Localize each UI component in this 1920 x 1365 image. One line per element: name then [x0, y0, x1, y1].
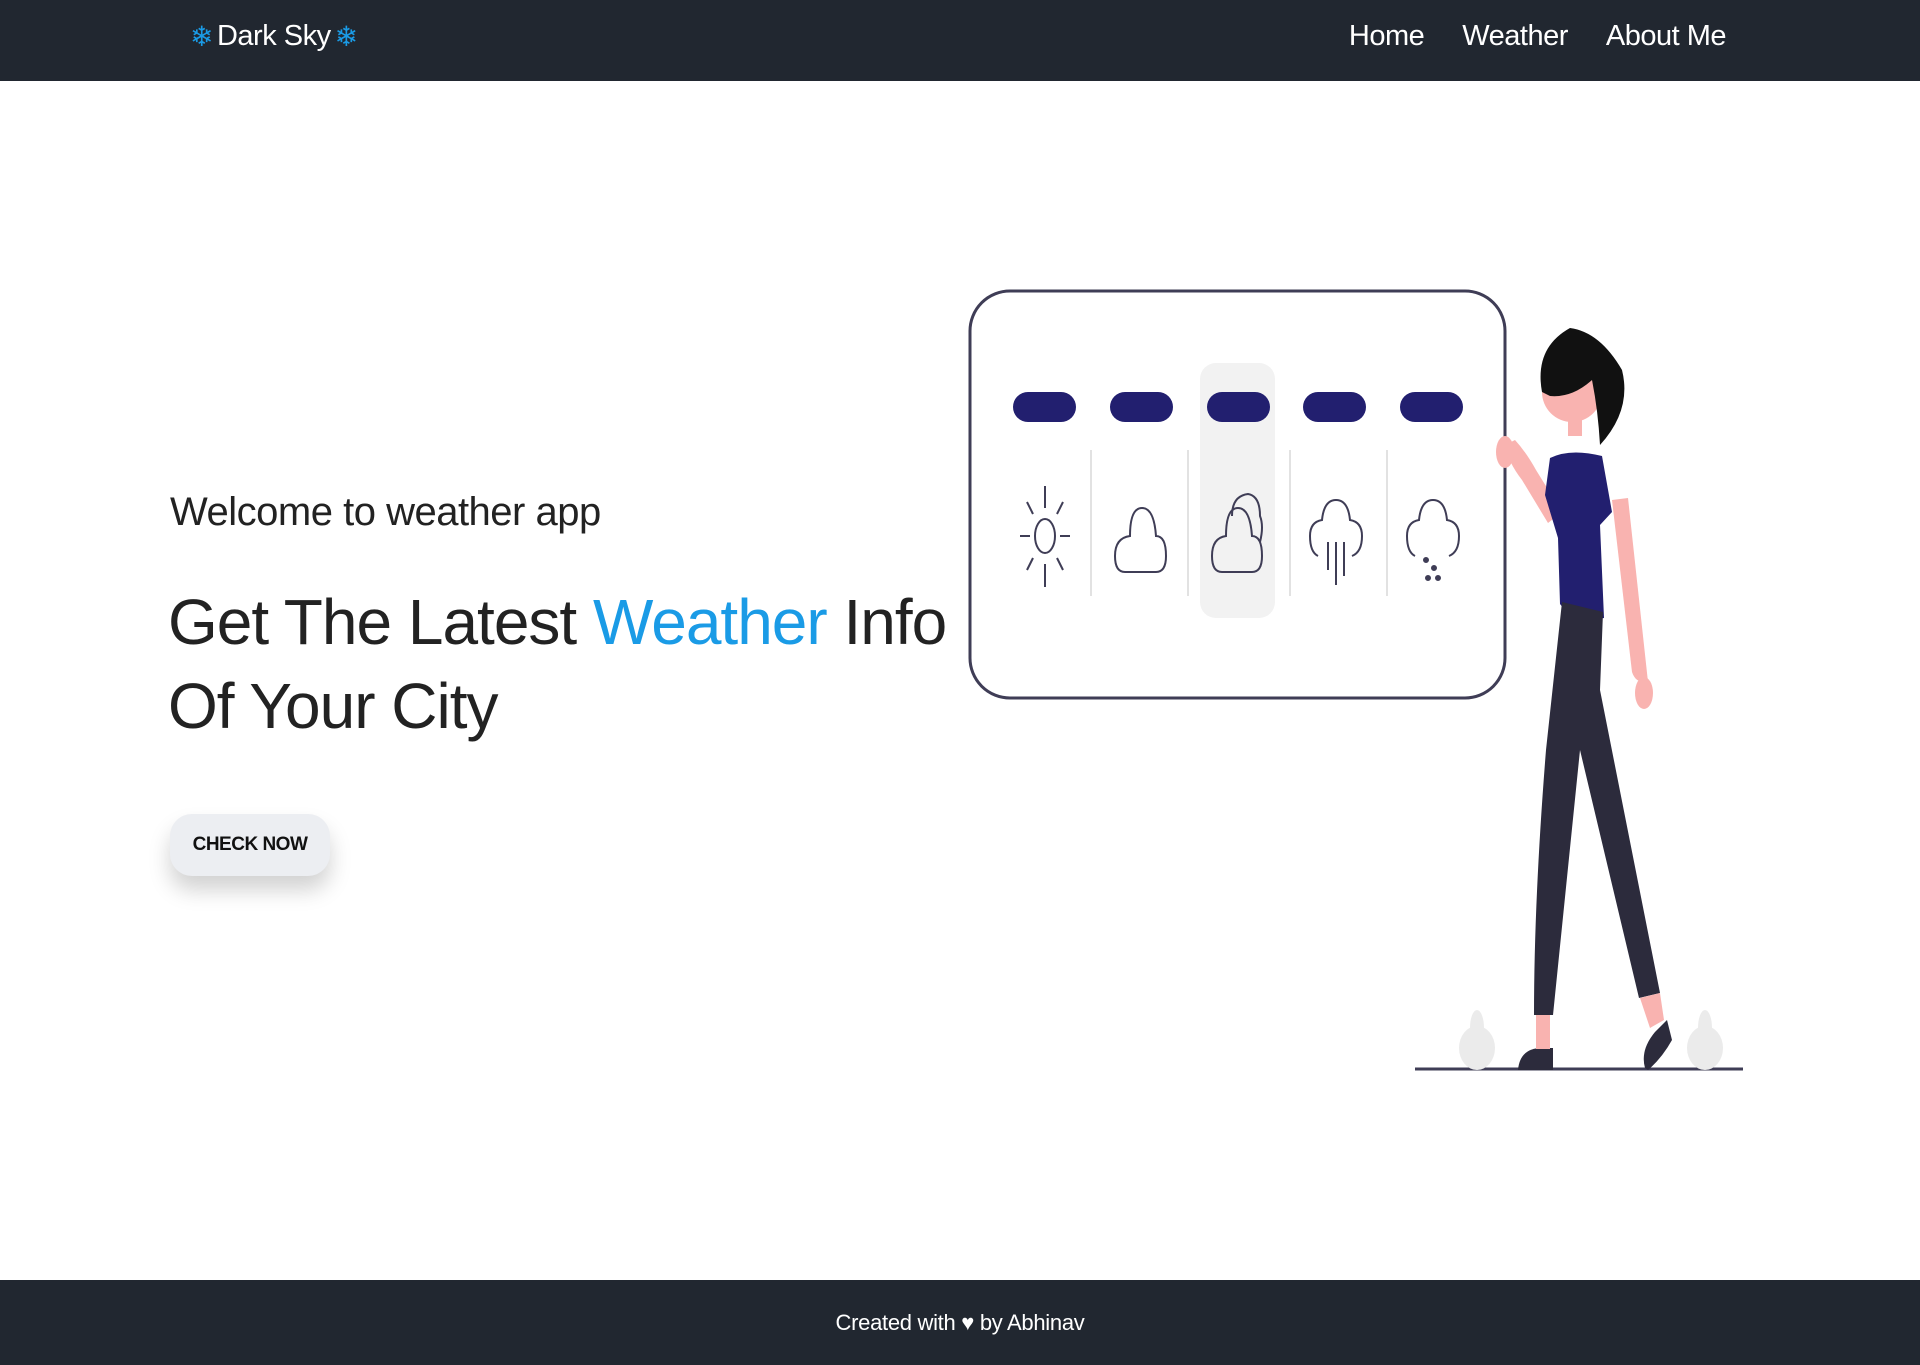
- nav-link-about-me[interactable]: About Me: [1606, 20, 1727, 53]
- plant-icon: [1459, 1010, 1723, 1070]
- nav-link-weather[interactable]: Weather: [1462, 20, 1568, 53]
- indicator-pill: [1303, 392, 1366, 422]
- snowflake-icon: ❄: [190, 21, 213, 52]
- indicator-pill: [1207, 392, 1270, 422]
- snowflake-icon: ❄: [334, 21, 358, 52]
- headline-accent: Weather: [592, 586, 828, 658]
- navbar: ❄ Dark Sky ❄ Home Weather About Me: [0, 0, 1920, 81]
- headline-part: Get The Latest: [168, 586, 593, 658]
- hero-headline: Get The Latest Weather Info Of Your City: [168, 580, 968, 748]
- nav-link-home[interactable]: Home: [1349, 20, 1425, 53]
- person-figure: [1496, 328, 1672, 1070]
- brand-link[interactable]: ❄ Dark Sky ❄: [186, 20, 362, 53]
- nav-links: Home Weather About Me: [1349, 20, 1727, 53]
- footer-credit: Created with ♥ by Abhinav: [835, 1309, 1085, 1335]
- footer: Created with ♥ by Abhinav: [0, 1280, 1920, 1365]
- weather-illustration: [968, 289, 1743, 1071]
- indicator-pill: [1400, 392, 1463, 422]
- brand-name: Dark Sky: [216, 20, 331, 52]
- indicator-pill: [1013, 392, 1076, 422]
- welcome-text: Welcome to weather app: [170, 490, 601, 534]
- indicator-pill: [1110, 392, 1173, 422]
- check-now-button[interactable]: CHECK NOW: [170, 814, 330, 876]
